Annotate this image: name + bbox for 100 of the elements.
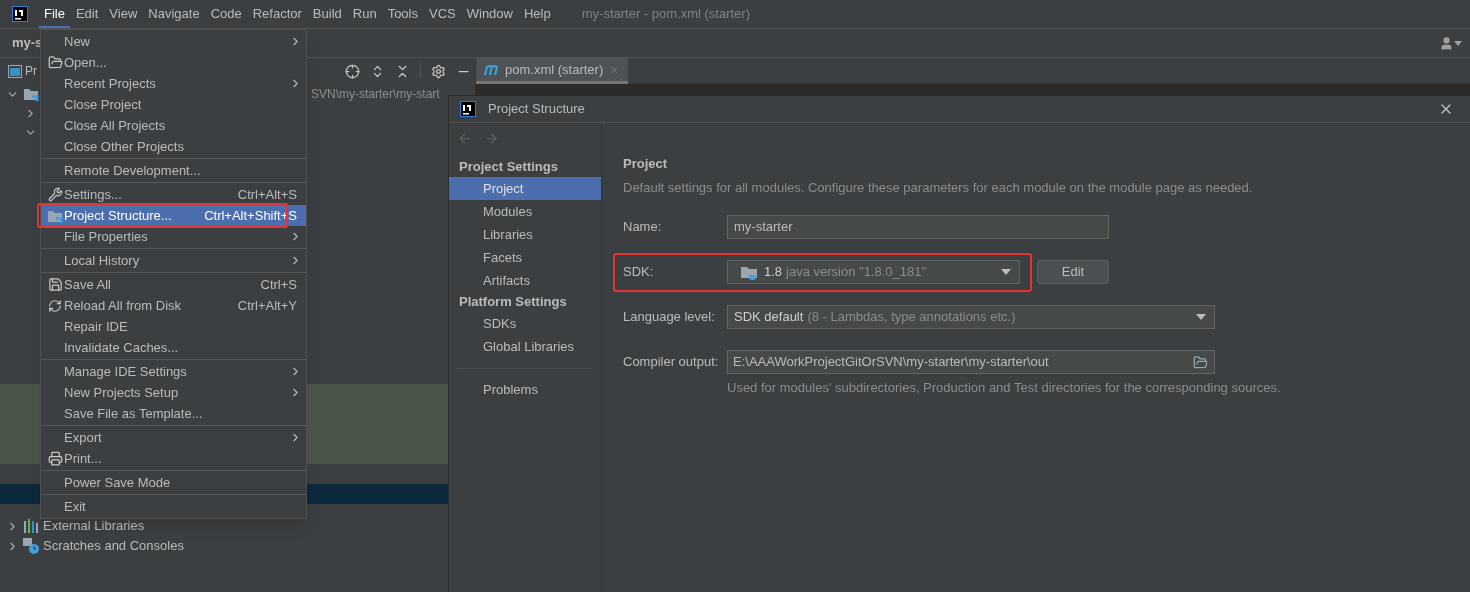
menu-item[interactable]: Remote Development... <box>41 160 306 181</box>
menu-item[interactable]: Reload All from Disk Ctrl+Alt+Y <box>41 295 306 316</box>
menu-item[interactable]: Close Project <box>41 94 306 115</box>
dropdown-arrow-icon <box>1196 314 1206 320</box>
description-text: Default settings for all modules. Configure these parameters for each module on the module page as needed. <box>623 178 1254 197</box>
section-header: Project Settings <box>458 158 559 176</box>
menu-item[interactable]: Print... <box>41 448 306 469</box>
field-label: SDK: <box>623 263 655 282</box>
menu-bar-item[interactable]: VCS <box>424 0 461 28</box>
path-field[interactable]: E:\AAAWorkProjectGitOrSVN\my-starter\my-starter\out <box>727 350 1215 374</box>
name-field[interactable]: my-starter <box>727 215 1109 239</box>
sidebar-item[interactable]: Project <box>449 177 601 200</box>
menu-item[interactable]: Close Other Projects <box>41 136 306 157</box>
dropdown[interactable]: 1.8 java version "1.8.0_181" <box>727 260 1020 284</box>
menu-bar-item[interactable]: Code <box>205 0 247 28</box>
menu-label: Repair IDE <box>64 317 128 336</box>
menu-item[interactable]: Recent Projects <box>41 73 306 94</box>
menu-label: Project Structure... <box>64 206 172 225</box>
save-icon <box>47 277 63 292</box>
folder-icon <box>23 87 39 101</box>
menu-label: New Projects Setup <box>64 383 179 402</box>
dropdown-value: 1.8 <box>764 263 783 282</box>
sidebar-item[interactable]: SDKs <box>449 312 601 335</box>
user-icon[interactable] <box>1439 35 1462 51</box>
section-title: Project <box>623 155 669 173</box>
menu-label: Close All Projects <box>64 116 166 135</box>
section-header: Platform Settings <box>458 293 568 311</box>
sidebar-item[interactable]: Artifacts <box>449 269 601 292</box>
shortcut-text: Ctrl+Alt+Y <box>237 296 297 315</box>
refresh-icon <box>48 298 62 313</box>
menu-bar-item[interactable]: Run <box>347 0 382 28</box>
library-icon <box>23 519 39 533</box>
editor-tab[interactable]: pom.xml (starter) <box>476 58 629 84</box>
folder-icon <box>47 208 63 223</box>
sidebar-item[interactable]: Modules <box>449 200 601 223</box>
menu-bar-item[interactable]: View <box>104 0 143 28</box>
menu-label: Save File as Template... <box>64 404 203 423</box>
menu-item[interactable]: Save File as Template... <box>41 403 306 424</box>
menu-item[interactable]: New Projects Setup <box>41 382 306 403</box>
tree-path: SVN\my-starter\my-start <box>311 86 440 103</box>
menu-item[interactable]: Close All Projects <box>41 115 306 136</box>
dropdown-detail: java version "1.8.0_181" <box>786 263 927 282</box>
menu-bar-item[interactable]: Navigate <box>143 0 205 28</box>
menu-item[interactable]: Repair IDE <box>41 316 306 337</box>
tree-item[interactable]: Scratches and Consoles <box>0 536 475 556</box>
menu-bar-item[interactable]: Tools <box>382 0 423 28</box>
menu-label: Close Project <box>64 95 142 114</box>
scratch-icon <box>23 538 39 554</box>
dropdown-arrow-icon <box>1001 269 1011 275</box>
settings-icon[interactable] <box>431 63 446 79</box>
menu-item[interactable]: Manage IDE Settings <box>41 361 306 382</box>
menu-label: Invalidate Caches... <box>64 338 179 357</box>
menu-label: Power Save Mode <box>64 473 171 492</box>
menu-label: Print... <box>64 449 102 468</box>
sidebar-item[interactable]: Global Libraries <box>449 335 601 358</box>
menu-label: Save All <box>64 275 111 294</box>
app-logo-icon <box>460 101 476 117</box>
crosshair-icon[interactable] <box>345 63 360 79</box>
menu-label: File Properties <box>64 227 148 246</box>
wrench-icon <box>47 187 63 202</box>
field-label: Language level: <box>623 308 716 327</box>
menu-item[interactable]: Settings... Ctrl+Alt+S <box>41 184 306 205</box>
hint-text: Used for modules' subdirectories, Production and Test directories for the corresponding sources. <box>727 379 1282 397</box>
sidebar-item[interactable]: Libraries <box>449 223 601 246</box>
menu-label: Open... <box>64 53 107 72</box>
menu-item[interactable]: Save All Ctrl+S <box>41 274 306 295</box>
window-title: my-starter - pom.xml (starter) <box>581 5 750 24</box>
menu-item[interactable]: Invalidate Caches... <box>41 337 306 358</box>
shortcut-text: Ctrl+S <box>260 275 297 294</box>
menu-item[interactable]: Power Save Mode <box>41 472 306 493</box>
dropdown-detail: (8 - Lambdas, type annotations etc.) <box>807 308 1016 327</box>
menu-bar-item[interactable]: Help <box>518 0 556 28</box>
panel-tab[interactable]: Pr <box>25 62 37 80</box>
menu-item[interactable]: Export <box>41 427 306 448</box>
app-logo-icon <box>12 6 28 22</box>
edit-button[interactable]: Edit <box>1037 260 1109 284</box>
tree-item[interactable]: External Libraries <box>0 516 475 536</box>
dropdown[interactable]: SDK default (8 - Lambdas, type annotations etc.) <box>727 305 1215 329</box>
menu-bar-item[interactable]: Window <box>461 0 518 28</box>
sidebar-item[interactable]: Problems <box>449 378 601 401</box>
menu-label: New <box>64 32 90 51</box>
menu-bar-item[interactable]: Refactor <box>247 0 307 28</box>
sidebar-item[interactable]: Facets <box>449 246 601 269</box>
menu-label: Recent Projects <box>64 74 156 93</box>
menu-label: Remote Development... <box>64 161 201 180</box>
menu-item[interactable]: New <box>41 31 306 52</box>
menu-item[interactable]: File Properties <box>41 226 306 247</box>
folder-icon <box>47 55 63 70</box>
menu-label: Reload All from Disk <box>64 296 182 315</box>
menu-bar-item[interactable]: Build <box>307 0 347 28</box>
menu-label: Manage IDE Settings <box>64 362 187 381</box>
panel-icon <box>8 64 22 78</box>
menu-item[interactable]: Exit <box>41 496 306 517</box>
menu-label: Exit <box>64 497 86 516</box>
dropdown-value: SDK default <box>734 308 804 327</box>
menu-bar-item[interactable]: Edit <box>70 0 104 28</box>
menu-item[interactable]: Open... <box>41 52 306 73</box>
menu-item[interactable]: Local History <box>41 250 306 271</box>
folder-icon <box>1193 354 1208 370</box>
shortcut-text: Ctrl+Alt+S <box>237 185 297 204</box>
